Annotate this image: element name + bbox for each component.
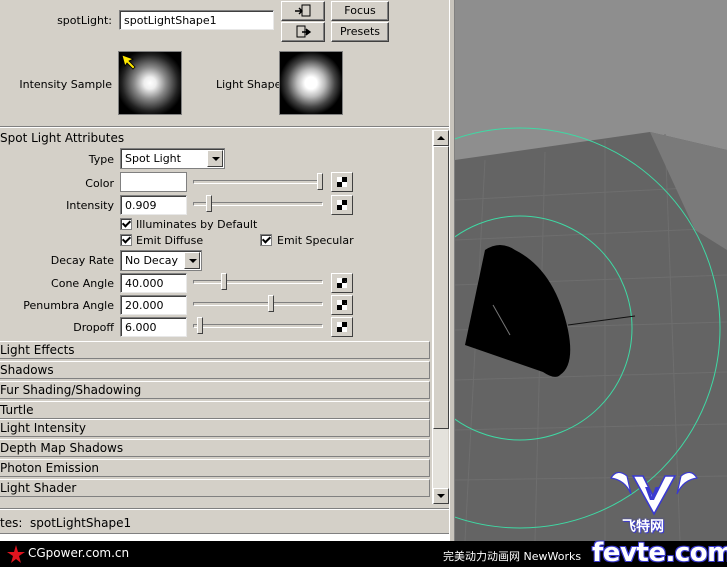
footer-bar: CGpower.com.cn 完美动力动画网 NewWorks fevte.co… [0, 538, 727, 567]
section-light-intensity[interactable]: Light Intensity [0, 419, 430, 437]
scroll-up-button[interactable] [433, 130, 449, 146]
select-node-icon [295, 4, 311, 17]
intensity-sample-label: Intensity Sample [19, 78, 112, 91]
color-swatch[interactable] [120, 172, 187, 192]
cone-angle-field[interactable]: 40.000 [120, 273, 187, 293]
footer-logo-text: fevte.com [592, 538, 727, 567]
cone-angle-slider[interactable] [193, 273, 323, 290]
color-slider[interactable] [193, 173, 324, 190]
dropoff-label: Dropoff [73, 321, 114, 334]
section-turtle[interactable]: Turtle [0, 401, 430, 419]
focus-button[interactable]: Focus [331, 1, 389, 21]
dropoff-map-button[interactable] [331, 317, 353, 337]
footer-mid-text: 完美动力动画网 NewWorks [443, 550, 582, 563]
decay-rate-label: Decay Rate [50, 254, 114, 267]
illuminates-by-default-checkbox[interactable] [120, 218, 132, 230]
decay-rate-value: No Decay [125, 254, 178, 267]
chevron-down-icon [207, 150, 223, 167]
footer-site-text: CGpower.com.cn [28, 546, 130, 560]
dropoff-slider-thumb[interactable] [196, 317, 203, 334]
scroll-thumb[interactable] [433, 146, 449, 429]
node-name-label: spotLight: [57, 14, 112, 27]
presets-button[interactable]: Presets [331, 22, 389, 42]
intensity-slider[interactable] [193, 195, 323, 212]
map-texture-icon [337, 200, 347, 210]
color-slider-thumb[interactable] [317, 173, 324, 190]
decay-rate-dropdown[interactable]: No Decay [120, 250, 202, 271]
cgpower-star-icon [7, 545, 25, 563]
color-map-button[interactable] [331, 172, 353, 192]
cone-angle-map-button[interactable] [331, 273, 353, 293]
emit-specular-label: Emit Specular [277, 234, 354, 247]
penumbra-angle-slider[interactable] [193, 295, 323, 312]
light-shape-swatch[interactable] [279, 51, 343, 115]
select-node-button[interactable] [281, 1, 325, 21]
emit-diffuse-checkbox[interactable] [120, 234, 132, 246]
penumbra-angle-map-button[interactable] [331, 295, 353, 315]
cone-angle-slider-thumb[interactable] [221, 273, 228, 290]
type-dropdown[interactable]: Spot Light [120, 148, 225, 169]
logo-subtitle: 飞特网 [622, 519, 664, 535]
penumbra-angle-slider-thumb[interactable] [268, 295, 274, 312]
penumbra-angle-field[interactable]: 20.000 [120, 295, 187, 315]
emit-specular-checkbox[interactable] [260, 234, 272, 246]
type-value: Spot Light [125, 152, 181, 165]
status-input[interactable] [0, 533, 449, 541]
intensity-label: Intensity [66, 199, 114, 212]
attribute-editor: spotLight: spotLightShape1 Focus Presets… [0, 0, 455, 541]
map-texture-icon [337, 177, 347, 187]
light-shape-label: Light Shape [216, 78, 282, 91]
map-texture-icon [337, 300, 347, 310]
intensity-field[interactable]: 0.909 [120, 195, 187, 215]
map-texture-icon [337, 322, 347, 332]
logo-letter: V [645, 484, 659, 505]
type-label: Type [88, 153, 114, 166]
intensity-sample-swatch[interactable] [118, 51, 182, 115]
cone-angle-label: Cone Angle [51, 277, 114, 290]
intensity-slider-thumb[interactable] [205, 195, 212, 212]
viewport-3d[interactable]: V 飞特网 [455, 0, 727, 541]
intensity-map-button[interactable] [331, 195, 353, 215]
map-texture-icon [337, 278, 347, 288]
load-attributes-button[interactable] [281, 22, 325, 42]
section-spot-light-attributes[interactable]: Spot Light Attributes [0, 130, 430, 146]
node-name-field[interactable]: spotLightShape1 [119, 10, 274, 30]
dropoff-field[interactable]: 6.000 [120, 317, 187, 337]
section-light-shader[interactable]: Light Shader [0, 479, 430, 497]
section-photon-emission[interactable]: Photon Emission [0, 459, 430, 477]
section-depth-map-shadows[interactable]: Depth Map Shadows [0, 439, 430, 457]
header-divider [0, 126, 449, 128]
illuminates-by-default-label: Illuminates by Default [136, 218, 258, 231]
viewport-scene [455, 0, 727, 541]
emit-diffuse-label: Emit Diffuse [136, 234, 204, 247]
status-text: tes: spotLightShape1 [0, 516, 132, 530]
dropoff-slider[interactable] [193, 317, 323, 334]
color-label: Color [85, 177, 114, 190]
section-fur-shading[interactable]: Fur Shading/Shadowing [0, 381, 430, 399]
penumbra-angle-label: Penumbra Angle [23, 299, 114, 312]
chevron-down-icon [184, 252, 200, 269]
section-shadows[interactable]: Shadows [0, 361, 430, 379]
scroll-down-button[interactable] [433, 488, 449, 504]
cursor-icon [121, 54, 136, 70]
section-light-effects[interactable]: Light Effects [0, 341, 430, 359]
load-attributes-icon [296, 25, 312, 38]
attribute-scrollbar[interactable] [432, 130, 449, 504]
status-divider [0, 508, 449, 510]
